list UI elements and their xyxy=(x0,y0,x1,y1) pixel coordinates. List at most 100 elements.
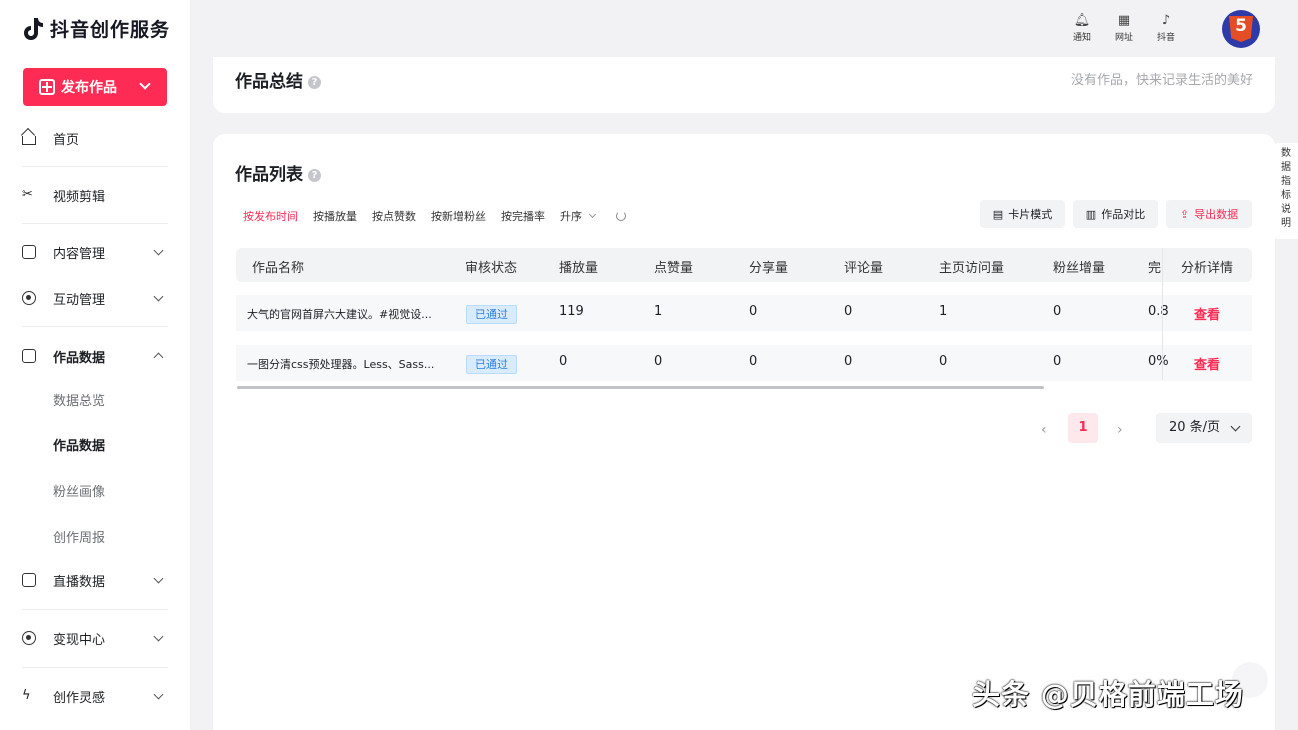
sidebar-item-home[interactable]: 首页 xyxy=(22,126,168,150)
plays-cell: 119 xyxy=(559,304,584,319)
filter-publish-time[interactable]: 按发布时间 xyxy=(243,208,298,224)
divider xyxy=(22,166,168,167)
home-icon xyxy=(22,136,36,145)
view-detail-link[interactable]: 查看 xyxy=(1194,354,1220,373)
order-label: 升序 xyxy=(560,210,582,223)
avatar[interactable]: 5 xyxy=(1222,10,1260,48)
sidebar-item-monetize[interactable]: 变现中心 xyxy=(22,626,168,650)
chart-square-icon xyxy=(22,349,36,363)
summary-title-text: 作品总结 xyxy=(235,72,303,92)
column-header: 作品名称 xyxy=(252,261,305,276)
column-header: 分析详情 xyxy=(1181,261,1234,276)
sidebar-item-content[interactable]: 内容管理 xyxy=(22,240,168,264)
shares-cell: 0 xyxy=(749,354,758,369)
column-header: 点赞量 xyxy=(654,261,694,276)
summary-title: 作品总结? xyxy=(235,67,321,92)
next-page-icon[interactable]: › xyxy=(1117,422,1123,438)
links-button[interactable]: ▦ 网址 xyxy=(1110,12,1138,43)
column-header: 评论量 xyxy=(844,261,884,276)
prev-page-icon[interactable]: ‹ xyxy=(1041,422,1047,438)
comments-cell: 0 xyxy=(844,354,853,369)
sidebar-subitem-works-data[interactable]: 作品数据 xyxy=(53,435,105,454)
fixed-column-divider xyxy=(1162,248,1163,380)
likes-cell: 0 xyxy=(654,354,663,369)
plays-cell: 0 xyxy=(559,354,568,369)
card-icon: ▤ xyxy=(992,207,1004,221)
sidebar-item-label: 创作灵感 xyxy=(53,690,106,706)
chevron-down-icon xyxy=(153,245,164,256)
refresh-icon[interactable] xyxy=(616,211,626,221)
export-button[interactable]: ⇪ 导出数据 xyxy=(1166,200,1252,228)
sidebar-subitem-fans[interactable]: 粉丝画像 xyxy=(53,481,105,500)
app-title: 抖音创作服务 xyxy=(50,19,171,41)
divider xyxy=(22,667,168,668)
summary-card: 作品总结? 没有作品，快来记录生活的美好 xyxy=(213,57,1275,113)
filter-new-fans[interactable]: 按新增粉丝 xyxy=(431,208,486,224)
works-title-text: 作品列表 xyxy=(235,165,303,185)
app-logo[interactable]: 抖音创作服务 xyxy=(22,15,170,42)
filter-plays[interactable]: 按播放量 xyxy=(313,208,357,224)
help-icon[interactable]: ? xyxy=(308,169,321,182)
avatar-glyph: 5 xyxy=(1235,16,1247,36)
column-header: 分享量 xyxy=(749,261,789,276)
sidebar-item-works-data[interactable]: 作品数据 xyxy=(22,344,168,368)
likes-cell: 1 xyxy=(654,304,663,319)
order-select[interactable]: 升序 xyxy=(560,208,597,224)
chevron-down-icon xyxy=(153,291,164,302)
sidebar-item-inspiration[interactable]: ϟ 创作灵感 xyxy=(22,684,168,708)
chevron-down-icon xyxy=(153,573,164,584)
filter-completion[interactable]: 按完播率 xyxy=(501,208,545,224)
sort-filters: 按发布时间 按播放量 按点赞数 按新增粉丝 按完播率 升序 xyxy=(243,208,626,224)
column-header: 播放量 xyxy=(559,261,599,276)
sidebar-item-interaction[interactable]: 互动管理 xyxy=(22,286,168,310)
help-icon[interactable]: ? xyxy=(308,76,321,89)
view-detail-link[interactable]: 查看 xyxy=(1194,304,1220,323)
side-tab-label: 数据指标说明 xyxy=(1281,148,1291,229)
tiktok-icon: ♪ xyxy=(1161,13,1171,28)
chevron-up-icon xyxy=(153,352,164,363)
card-mode-button[interactable]: ▤ 卡片模式 xyxy=(980,200,1065,228)
publish-label: 发布作品 xyxy=(61,80,117,96)
play-square-icon xyxy=(22,245,36,259)
comments-cell: 0 xyxy=(844,304,853,319)
page-size-select[interactable]: 20 条/页 xyxy=(1156,413,1252,443)
work-name[interactable]: 一图分清css预处理器。Less、Sass... xyxy=(247,356,434,372)
douyin-button[interactable]: ♪ 抖音 xyxy=(1152,12,1180,43)
header-icon-label: 通知 xyxy=(1072,33,1091,43)
publish-button[interactable]: 发布作品 xyxy=(23,68,167,106)
divider xyxy=(22,609,168,610)
metrics-explanation-tab[interactable]: 数据指标说明 xyxy=(1274,143,1298,239)
chevron-down-icon xyxy=(153,689,164,700)
table-header: 作品名称 审核状态 播放量 点赞量 分享量 评论量 主页访问量 粉丝增量 完 分… xyxy=(236,248,1252,282)
sidebar-subitem-overview[interactable]: 数据总览 xyxy=(53,390,105,409)
bell-icon: 🔔︎ xyxy=(1073,13,1091,28)
export-label: 导出数据 xyxy=(1194,208,1239,221)
chevron-down-icon xyxy=(153,631,164,642)
plus-square-icon xyxy=(39,79,55,95)
page-current[interactable]: 1 xyxy=(1068,413,1098,443)
watermark: 头条 @贝格前端工场 xyxy=(972,678,1244,711)
sidebar: 抖音创作服务 发布作品 首页 ✂ 视频剪辑 内容管理 互动管理 作品数据 数据总… xyxy=(0,0,190,730)
grid-icon: ▦ xyxy=(1117,13,1131,28)
table-row[interactable]: 大气的官网首屏六大建议。#视觉设... 已通过 119 1 0 0 1 0 0.… xyxy=(236,295,1252,331)
horizontal-scrollbar[interactable] xyxy=(237,386,1044,389)
column-header: 完 xyxy=(1148,261,1162,276)
completion-cell: 0.8 xyxy=(1148,304,1169,319)
sidebar-item-label: 首页 xyxy=(53,132,80,148)
sidebar-item-live-data[interactable]: 直播数据 xyxy=(22,568,168,592)
sidebar-item-video-edit[interactable]: ✂ 视频剪辑 xyxy=(22,183,168,207)
notification-button[interactable]: 🔔︎ 通知 xyxy=(1068,12,1096,43)
completion-cell: 0% xyxy=(1148,354,1169,369)
tiktok-logo-icon xyxy=(24,17,43,40)
work-name[interactable]: 大气的官网首屏六大建议。#视觉设... xyxy=(247,306,432,322)
live-icon xyxy=(22,573,36,587)
bar-chart-icon: ▥ xyxy=(1085,207,1097,221)
works-title: 作品列表? xyxy=(235,160,321,185)
filter-likes[interactable]: 按点赞数 xyxy=(372,208,416,224)
sidebar-subitem-weekly[interactable]: 创作周报 xyxy=(53,527,105,546)
table-row[interactable]: 一图分清css预处理器。Less、Sass... 已通过 0 0 0 0 0 0… xyxy=(236,345,1252,381)
compare-button[interactable]: ▥ 作品对比 xyxy=(1073,200,1158,228)
chevron-down-icon[interactable] xyxy=(139,78,151,90)
lightning-icon: ϟ xyxy=(22,688,31,703)
divider xyxy=(22,223,168,224)
